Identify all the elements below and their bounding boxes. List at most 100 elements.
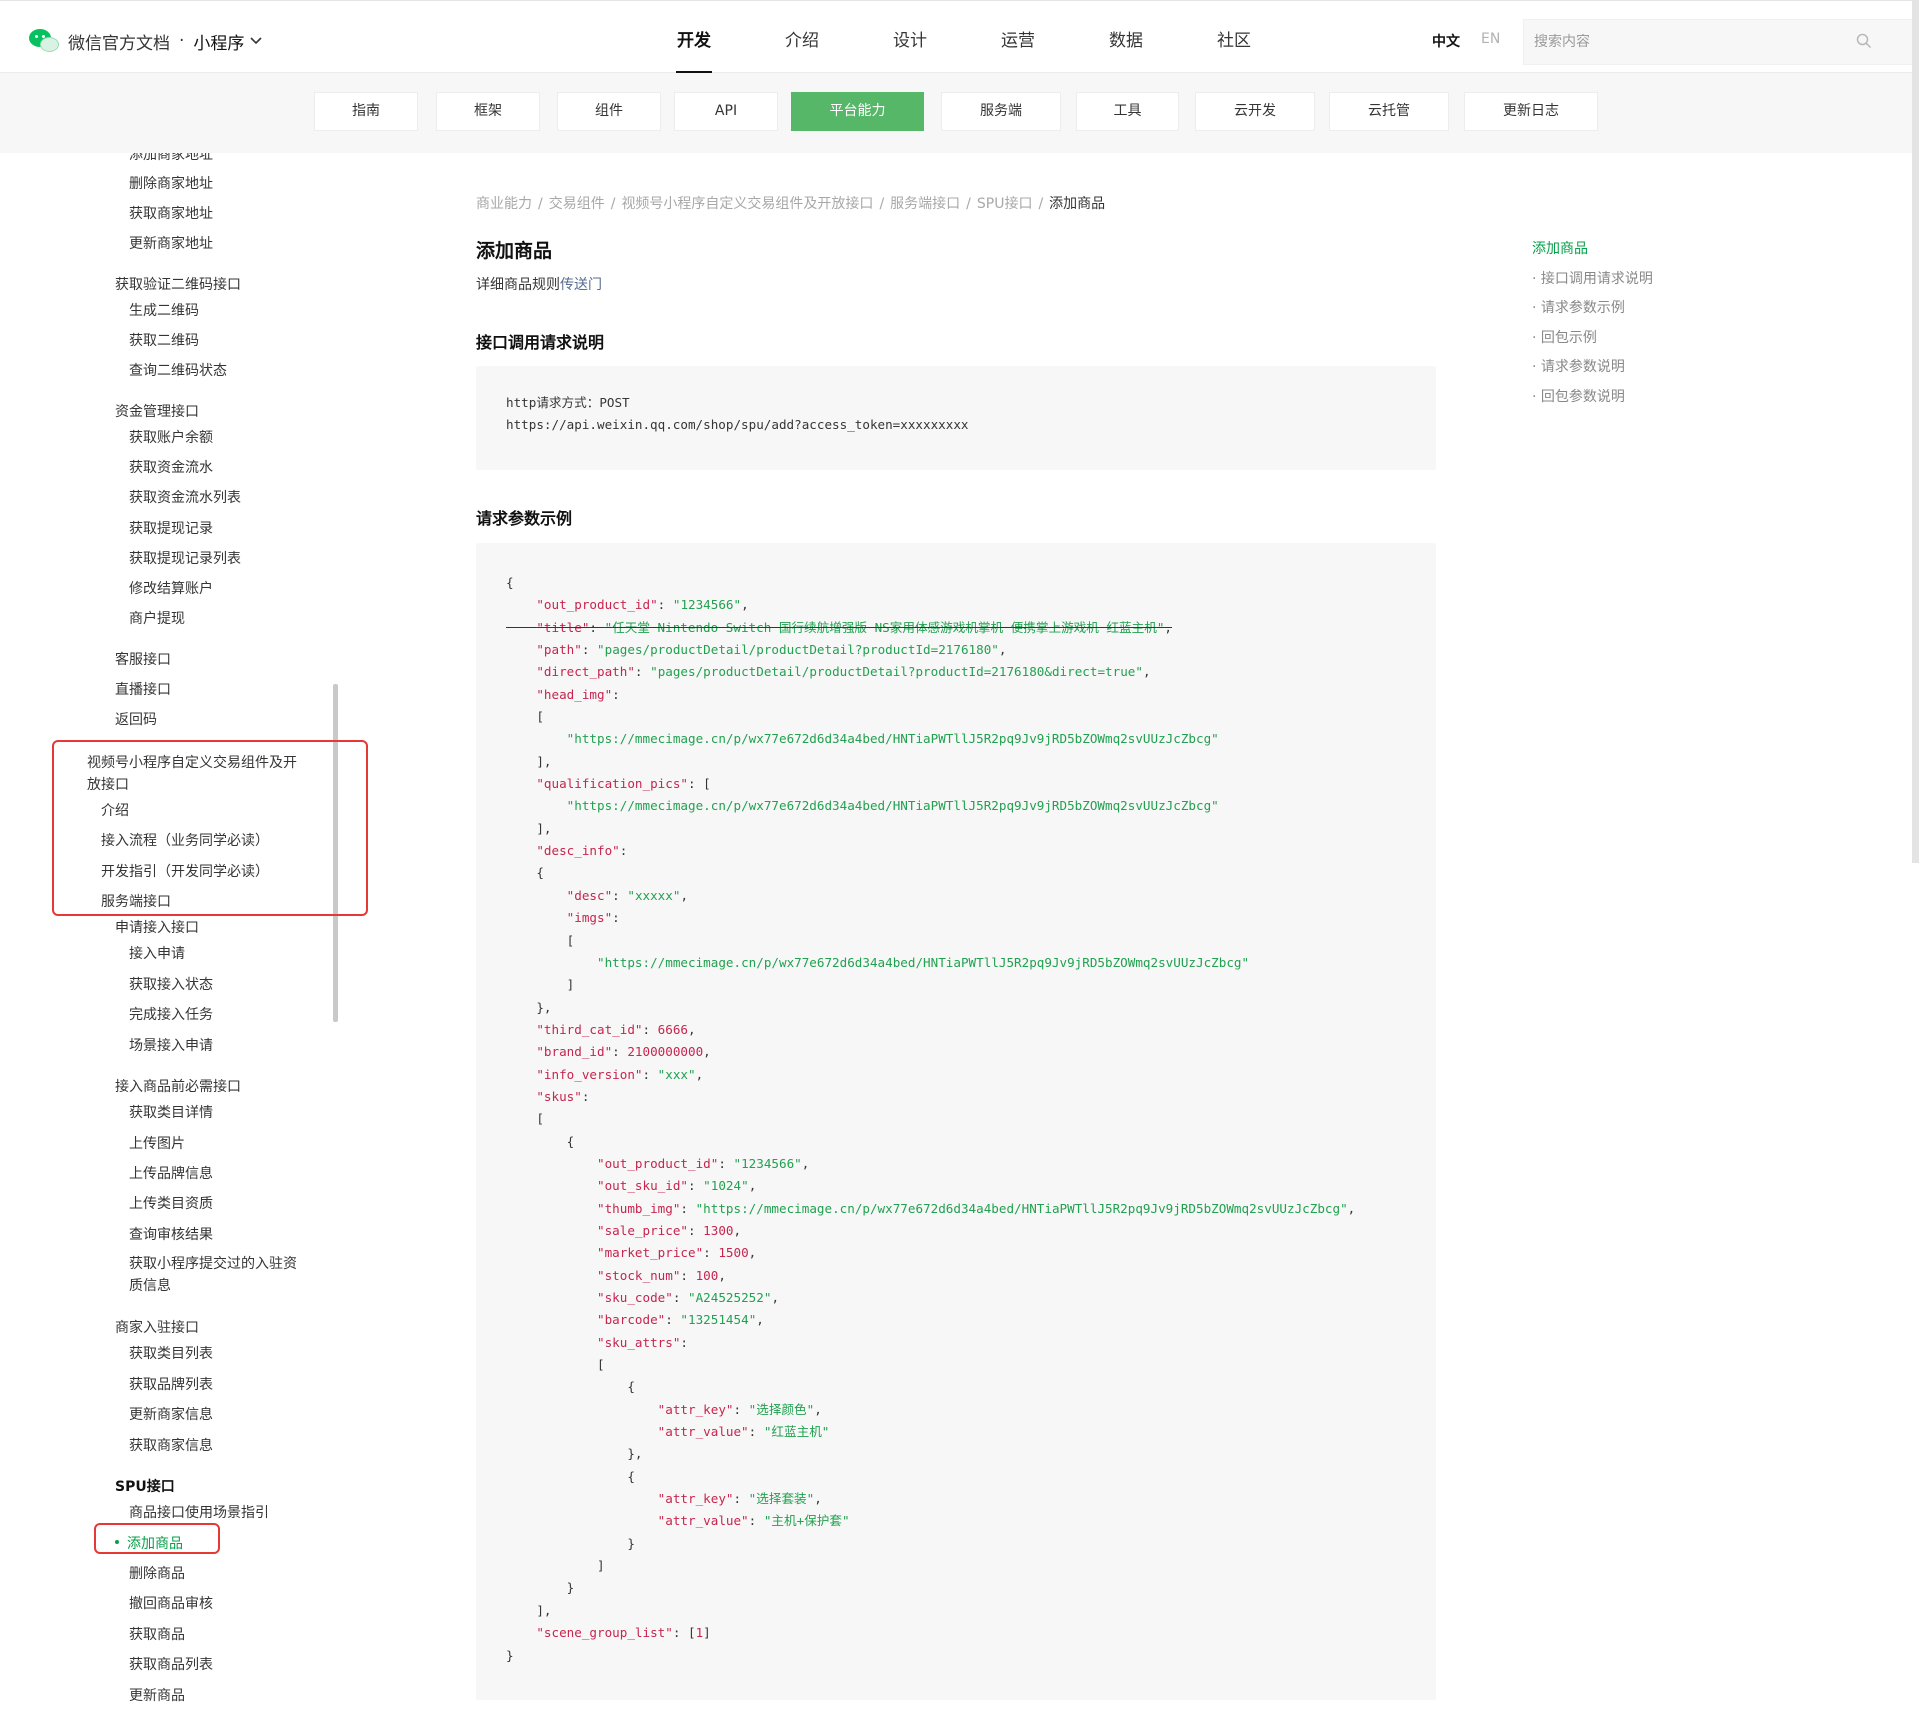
- toc-item[interactable]: · 回包示例: [1532, 327, 1597, 347]
- nav-data[interactable]: 数据: [1072, 1, 1180, 74]
- sidebar-item[interactable]: 更新商家信息: [129, 1405, 213, 1425]
- sidebar-item[interactable]: 查询审核结果: [129, 1225, 213, 1245]
- tab-cloud-hosting[interactable]: 云托管: [1329, 92, 1449, 131]
- tab-tools[interactable]: 工具: [1076, 92, 1179, 131]
- breadcrumb-current: 添加商品: [1049, 196, 1106, 212]
- sidebar-item[interactable]: 添加商家地址: [129, 153, 213, 165]
- breadcrumb-sep: /: [610, 196, 616, 212]
- lang-en[interactable]: EN: [1481, 31, 1500, 47]
- highlight-box-sidebar-active: [94, 1523, 220, 1554]
- request-code: http请求方式：POST https://api.weixin.qq.com/s…: [506, 392, 969, 437]
- intro-label: 详细商品规则: [476, 277, 560, 293]
- tab-platform[interactable]: 平台能力: [791, 92, 924, 131]
- code-block-request: http请求方式：POST https://api.weixin.qq.com/s…: [476, 366, 1436, 470]
- chevron-down-icon[interactable]: [250, 34, 262, 49]
- breadcrumb-sep: /: [879, 196, 885, 212]
- sidebar-item[interactable]: 获取小程序提交过的入驻资质信息: [129, 1253, 309, 1297]
- sidebar-item[interactable]: 更新商品: [129, 1686, 185, 1706]
- breadcrumb-item[interactable]: SPU接口: [977, 196, 1033, 212]
- toc-item[interactable]: · 请求参数示例: [1532, 297, 1625, 317]
- sidebar-item[interactable]: 撤回商品审核: [129, 1594, 213, 1614]
- brand-separator: ·: [179, 31, 185, 51]
- sidebar-item[interactable]: 获取商家地址: [129, 204, 213, 224]
- sub-nav: 指南 框架 组件 API 平台能力 服务端 工具 云开发 云托管 更新日志: [0, 73, 1919, 153]
- sidebar-item[interactable]: 获取类目列表: [129, 1344, 213, 1364]
- sidebar-item[interactable]: 获取账户余额: [129, 428, 213, 448]
- sidebar-item[interactable]: 删除商家地址: [129, 174, 213, 194]
- sidebar-item[interactable]: 获取二维码: [129, 331, 199, 351]
- sidebar-group[interactable]: 资金管理接口: [115, 402, 199, 422]
- sidebar-group[interactable]: 返回码: [115, 710, 157, 730]
- tab-changelog[interactable]: 更新日志: [1464, 92, 1598, 131]
- sidebar-item[interactable]: 获取商品: [129, 1625, 185, 1645]
- sidebar-item[interactable]: 删除商品: [129, 1564, 185, 1584]
- sidebar-item[interactable]: 获取商品列表: [129, 1655, 213, 1675]
- search-icon[interactable]: [1856, 33, 1872, 49]
- lang-zh[interactable]: 中文: [1432, 31, 1460, 51]
- sidebar-group[interactable]: 申请接入接口: [115, 918, 199, 938]
- sidebar-group[interactable]: 接入商品前必需接口: [115, 1077, 241, 1097]
- tab-framework[interactable]: 框架: [436, 92, 540, 131]
- breadcrumb-item[interactable]: 交易组件: [549, 196, 605, 212]
- nav-design[interactable]: 设计: [856, 1, 964, 74]
- request-method-label: http请求方式：: [506, 395, 600, 410]
- request-method: POST: [599, 395, 630, 410]
- breadcrumb: 商业能力 / 交易组件 / 视频号小程序自定义交易组件及开放接口 / 服务端接口 / SPU接口…: [476, 193, 1105, 213]
- sidebar-item[interactable]: 商品接口使用场景指引: [129, 1503, 269, 1523]
- section-request-desc: 接口调用请求说明: [476, 333, 605, 352]
- code-block-example: { "out_product_id": "1234566", "title": …: [476, 543, 1436, 1700]
- sidebar-group[interactable]: 客服接口: [115, 650, 171, 670]
- sidebar-item[interactable]: 上传品牌信息: [129, 1164, 213, 1184]
- sidebar-item[interactable]: 获取提现记录列表: [129, 549, 241, 569]
- breadcrumb-item[interactable]: 视频号小程序自定义交易组件及开放接口: [621, 196, 873, 212]
- breadcrumb-item[interactable]: 服务端接口: [890, 196, 960, 212]
- sidebar-item[interactable]: 获取接入状态: [129, 975, 213, 995]
- nav-community[interactable]: 社区: [1180, 1, 1288, 74]
- top-nav: 微信官方文档 · 小程序 开发 介绍 设计 运营 数据 社区 中文 EN: [0, 0, 1919, 74]
- sidebar-item[interactable]: 上传图片: [129, 1134, 185, 1154]
- search-input[interactable]: [1524, 20, 1844, 64]
- sidebar-group-spu[interactable]: SPU接口: [115, 1477, 175, 1497]
- nav-operation[interactable]: 运营: [964, 1, 1072, 74]
- breadcrumb-sep: /: [966, 196, 971, 212]
- sidebar-item[interactable]: 获取商家信息: [129, 1436, 213, 1456]
- sidebar-item[interactable]: 修改结算账户: [129, 579, 213, 599]
- intro-link[interactable]: 传送门: [560, 277, 602, 293]
- sidebar-item[interactable]: 商户提现: [129, 609, 185, 629]
- sidebar-item[interactable]: 获取品牌列表: [129, 1375, 213, 1395]
- sidebar-item[interactable]: 获取资金流水: [129, 458, 213, 478]
- highlight-box-sidebar-group: [52, 740, 368, 916]
- nav-intro[interactable]: 介绍: [748, 1, 856, 74]
- page-title: 添加商品: [476, 240, 553, 262]
- tab-api[interactable]: API: [674, 92, 778, 131]
- tab-component[interactable]: 组件: [557, 92, 661, 131]
- sidebar-item[interactable]: 获取提现记录: [129, 519, 213, 539]
- toc-item[interactable]: · 接口调用请求说明: [1532, 268, 1653, 288]
- toc-item[interactable]: · 回包参数说明: [1532, 386, 1625, 406]
- wechat-logo-icon: [28, 27, 62, 55]
- sidebar-item[interactable]: 获取资金流水列表: [129, 488, 241, 508]
- brand-title[interactable]: 微信官方文档: [68, 29, 170, 54]
- product-selector[interactable]: 小程序: [193, 29, 244, 54]
- page-scrollbar[interactable]: [1912, 0, 1919, 863]
- sidebar-group[interactable]: 商家入驻接口: [115, 1318, 199, 1338]
- sidebar-item[interactable]: 查询二维码状态: [129, 361, 227, 381]
- toc-item[interactable]: · 请求参数说明: [1532, 356, 1625, 376]
- tab-cloud-dev[interactable]: 云开发: [1195, 92, 1315, 131]
- nav-dev[interactable]: 开发: [640, 1, 748, 74]
- example-json: { "out_product_id": "1234566", "title": …: [506, 575, 1356, 1663]
- tab-guide[interactable]: 指南: [314, 92, 418, 131]
- brand[interactable]: 微信官方文档 · 小程序: [28, 27, 262, 55]
- sidebar-group[interactable]: 获取验证二维码接口: [115, 275, 241, 295]
- sidebar-item[interactable]: 获取类目详情: [129, 1103, 213, 1123]
- sidebar-group[interactable]: 直播接口: [115, 680, 171, 700]
- tab-server[interactable]: 服务端: [941, 92, 1061, 131]
- sidebar-item[interactable]: 上传类目资质: [129, 1194, 213, 1214]
- sidebar-item[interactable]: 更新商家地址: [129, 234, 213, 254]
- sidebar-item[interactable]: 场景接入申请: [129, 1036, 213, 1056]
- sidebar-item[interactable]: 生成二维码: [129, 301, 199, 321]
- sidebar-item[interactable]: 完成接入任务: [129, 1005, 213, 1025]
- sidebar-item[interactable]: 接入申请: [129, 944, 185, 964]
- breadcrumb-item[interactable]: 商业能力: [476, 196, 532, 212]
- toc-item-active[interactable]: 添加商品: [1532, 238, 1588, 258]
